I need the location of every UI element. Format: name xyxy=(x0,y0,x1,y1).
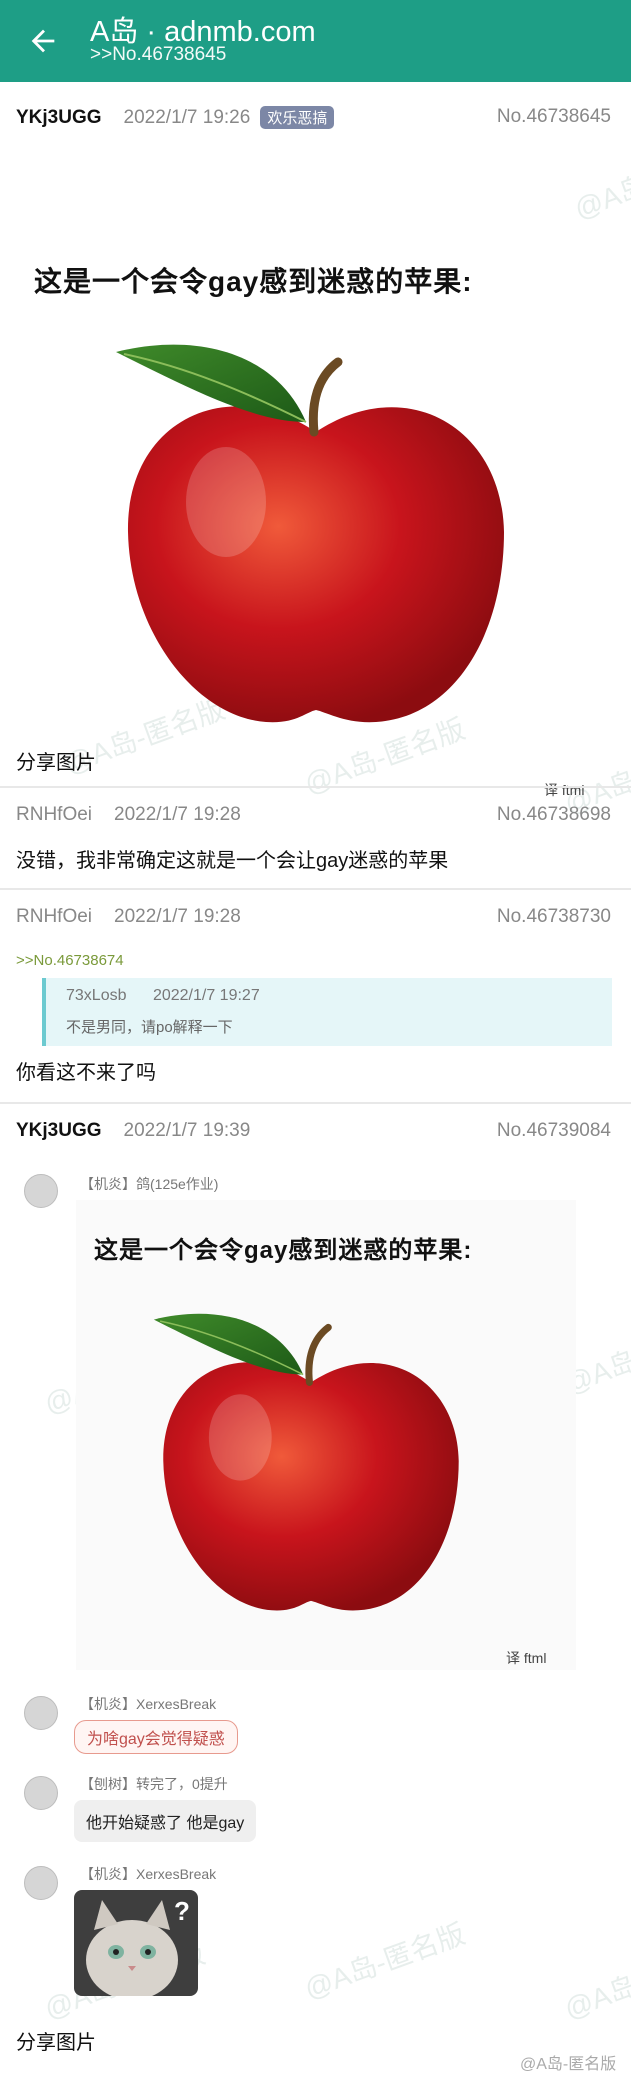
quoted-post[interactable]: 73xLosb 2022/1/7 19:27 不是男同，请po解释一下 xyxy=(42,978,612,1046)
quote-reference-link[interactable]: >>No.46738674 xyxy=(16,952,124,969)
post-meta: RNHfOei 2022/1/7 19:28 xyxy=(16,804,241,826)
post-main: YKj3UGG 2022/1/7 19:26 欢乐恶搞 No.46738645 … xyxy=(0,82,631,798)
svg-text:?: ? xyxy=(174,1896,190,1926)
avatar xyxy=(24,1866,58,1900)
image-caption: 这是一个会令gay感到迷惑的苹果: xyxy=(94,1237,473,1264)
chat-image: 这是一个会令gay感到迷惑的苹果: 译 ftml xyxy=(76,1200,576,1670)
app-bar: A岛 · adnmb.com >>No.46738645 xyxy=(0,0,631,82)
chat-sender: 【机炎】鸽(125e作业) xyxy=(80,1176,219,1192)
post-user-id[interactable]: YKj3UGG xyxy=(16,107,102,129)
post-time: 2022/1/7 19:28 xyxy=(114,906,241,927)
weibo-watermark: @A岛-匿名版 xyxy=(520,2056,617,2073)
chat-message: 他开始疑惑了 他是gay xyxy=(74,1800,257,1842)
post-number[interactable]: No.46739084 xyxy=(497,1120,611,1142)
post-meta: YKj3UGG 2022/1/7 19:39 xyxy=(16,1120,250,1142)
quoted-user-id: 73xLosb xyxy=(66,987,127,1004)
post-number[interactable]: No.46738645 xyxy=(497,106,611,128)
post-meta: YKj3UGG 2022/1/7 19:26 欢乐恶搞 xyxy=(16,106,335,129)
post-time: 2022/1/7 19:39 xyxy=(123,1120,251,1141)
thread-id: >>No.46738645 xyxy=(90,44,227,65)
avatar xyxy=(24,1696,58,1730)
post-text: 你看这不来了吗 xyxy=(16,1062,156,1084)
quoted-time: 2022/1/7 19:27 xyxy=(152,987,260,1004)
board-tag[interactable]: 欢乐恶搞 xyxy=(260,106,335,129)
post-number[interactable]: No.46738730 xyxy=(497,906,611,928)
reply-post: RNHfOei 2022/1/7 19:28 No.46738730 >>No.… xyxy=(0,890,631,1100)
post-time: 2022/1/7 19:28 xyxy=(114,804,241,825)
quoted-meta: 73xLosb 2022/1/7 19:27 xyxy=(66,987,260,1005)
post-user-id[interactable]: RNHfOei xyxy=(16,906,92,928)
avatar xyxy=(24,1776,58,1810)
chat-sender: 【机炎】XerxesBreak xyxy=(80,1866,217,1882)
chat-sender: 【刨树】转完了，0提升 xyxy=(80,1776,228,1792)
chat-sender: 【机炎】XerxesBreak xyxy=(80,1696,217,1712)
post-text: 没错，我非常确定这就是一个会让gay迷惑的苹果 xyxy=(16,850,449,872)
quoted-text: 不是男同，请po解释一下 xyxy=(66,1019,233,1036)
post-time: 2022/1/7 19:26 xyxy=(123,106,251,128)
post-user-id[interactable]: YKj3UGG xyxy=(16,1120,102,1142)
avatar xyxy=(24,1174,58,1208)
apple-image xyxy=(153,1313,459,1611)
post-image[interactable]: 这是一个会令gay感到迷惑的苹果: 译 ftml xyxy=(16,162,616,798)
post-user-id[interactable]: RNHfOei xyxy=(16,804,92,826)
apple-image xyxy=(116,344,505,723)
cat-sticker-image: ? xyxy=(74,1890,198,1996)
chat-screenshot[interactable]: 【机炎】鸽(125e作业) 这是一个会令gay感到迷惑的苹果: 译 ftml 【… xyxy=(16,1164,616,2024)
back-arrow-icon[interactable] xyxy=(26,24,60,58)
post-text: 分享图片 xyxy=(16,2032,96,2054)
post-text: 分享图片 xyxy=(16,752,96,774)
chat-message: 为啥gay会觉得疑惑 xyxy=(74,1720,238,1754)
reply-post: RNHfOei 2022/1/7 19:28 No.46738698 没错，我非… xyxy=(0,788,631,888)
post-meta: RNHfOei 2022/1/7 19:28 xyxy=(16,906,241,928)
post-number[interactable]: No.46738698 xyxy=(497,804,611,826)
reply-post: YKj3UGG 2022/1/7 19:39 No.46739084 【机炎】鸽… xyxy=(0,1104,631,2074)
image-credit: 译 ftml xyxy=(506,1650,547,1666)
image-caption: 这是一个会令gay感到迷惑的苹果: xyxy=(34,266,473,297)
